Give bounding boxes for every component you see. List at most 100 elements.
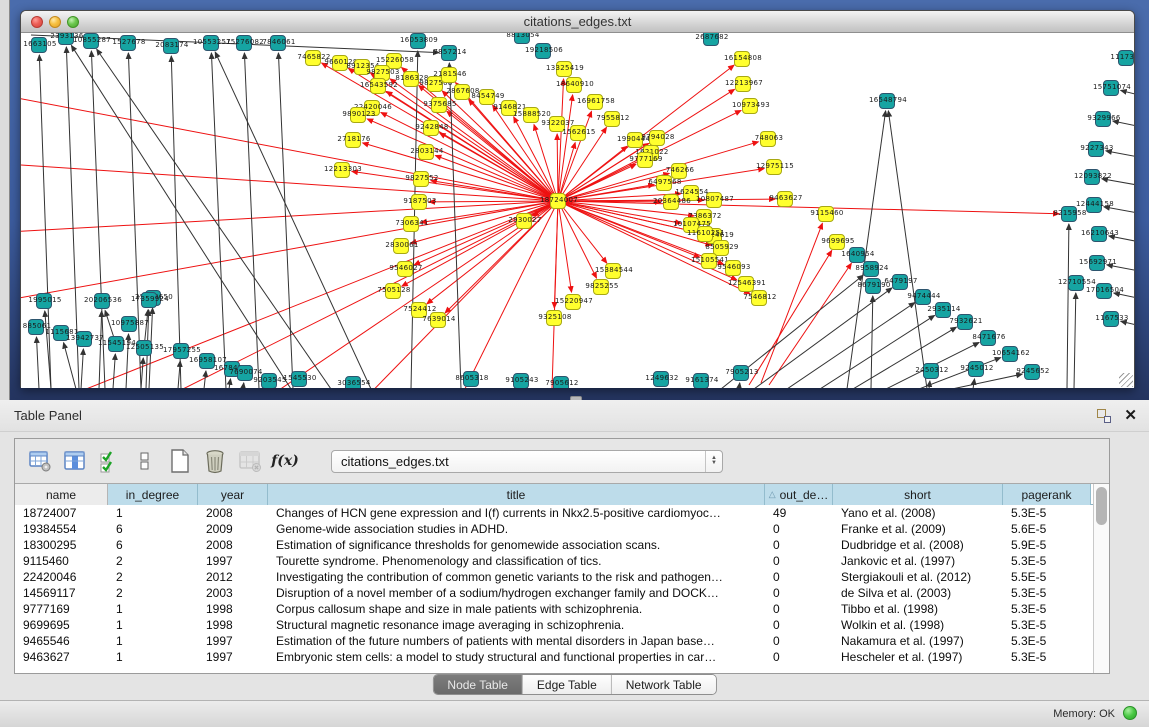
graph-node[interactable]: 16543592 [370,78,386,94]
column-header-in_degree[interactable]: in_degree [108,484,198,505]
graph-node[interactable]: 16548794 [879,93,895,109]
graph-node[interactable]: 9105243 [513,373,529,388]
table-row[interactable]: 1938455462009Genome-wide association stu… [15,521,1093,537]
table-row[interactable]: 969969511998Structural magnetic resonanc… [15,617,1093,633]
graph-node[interactable]: 10975887 [121,316,137,332]
graph-node[interactable]: 19904448 [627,132,643,148]
graph-node[interactable]: 20206536 [94,293,110,309]
graph-node[interactable]: 7857214 [441,45,457,61]
table-scrollbar[interactable] [1093,484,1109,673]
float-panel-icon[interactable] [1097,409,1111,423]
column-header-short[interactable]: short [833,484,1003,505]
graph-node[interactable]: 19218506 [535,43,551,59]
graph-node[interactable]: 12505135 [136,340,152,356]
graph-node[interactable]: 12546391 [738,276,754,292]
graph-node[interactable]: 1115681 [53,325,69,341]
graph-node[interactable]: 7955812 [604,111,620,127]
graph-node[interactable]: 9890123 [350,107,366,123]
column-header-out_de[interactable]: △out_de… [765,484,833,505]
graph-node[interactable]: 8912354 [354,59,370,75]
tab-edge-table[interactable]: Edge Table [522,675,611,694]
graph-node[interactable]: 746266 [671,163,687,179]
graph-node[interactable]: 9146821 [501,100,517,116]
new-document-button[interactable] [167,448,193,474]
graph-node[interactable]: 8454749 [479,89,495,105]
graph-node[interactable]: 16210643 [1091,226,1107,242]
close-panel-icon[interactable]: ✕ [1124,406,1137,424]
graph-node[interactable]: 10855287 [83,33,99,49]
table-row[interactable]: 946362711997Embryonic stem cells: a mode… [15,649,1093,665]
graph-node[interactable]: 1527678 [120,35,136,51]
graph-node[interactable]: 9375685 [431,97,447,113]
graph-node[interactable]: 7846061 [270,35,286,51]
graph-node[interactable]: 12444158 [1086,197,1102,213]
graph-node[interactable]: 15220947 [565,294,581,310]
graph-node[interactable]: 17016504 [1096,283,1112,299]
graph-node[interactable]: 7306341 [403,216,419,232]
delete-trash-button[interactable] [202,448,228,474]
table-row[interactable]: 1872400712008Changes of HCN gene express… [15,505,1093,521]
column-header-year[interactable]: year [198,484,268,505]
graph-node[interactable]: 2867608 [454,84,470,100]
graph-node[interactable]: 7505128 [385,283,401,299]
graph-node[interactable]: 17957255 [173,343,189,359]
graph-node[interactable]: 9777169 [637,152,653,168]
network-window[interactable]: citations_edges.txt 18724007746582296601… [20,10,1135,388]
graph-node[interactable]: 10973493 [742,98,758,114]
table-row[interactable]: 2242004622012Investigating the contribut… [15,569,1093,585]
table-row[interactable]: 911546021997Tourette syndrome. Phenomeno… [15,553,1093,569]
table-row[interactable]: 946554611997Estimation of the future num… [15,633,1093,649]
graph-node[interactable]: 12710554 [1068,275,1084,291]
graph-node[interactable]: 7905612 [553,376,569,388]
select-all-button[interactable] [97,448,123,474]
graph-node[interactable]: 1995015 [36,293,52,309]
graph-node[interactable]: 15692971 [1089,255,1105,271]
graph-node[interactable]: 1663105 [31,37,47,53]
graph-node[interactable]: 8471676 [980,330,996,346]
graph-node[interactable]: 9827552 [413,171,429,187]
graph-node[interactable]: 9546093 [725,260,741,276]
graph-node[interactable]: 2393136 [58,33,74,45]
graph-node[interactable]: 10654162 [1002,346,1018,362]
graph-node[interactable]: 12213303 [334,162,350,178]
graph-node[interactable]: 16961758 [587,94,603,110]
graph-node[interactable]: 7905213 [733,365,749,381]
graph-node[interactable]: 1640954 [849,247,865,263]
clear-selection-button[interactable] [132,448,158,474]
graph-node[interactable]: 8813054 [514,33,530,44]
graph-node[interactable]: 6497568 [656,175,672,191]
graph-node[interactable]: 2687682 [703,33,719,46]
graph-node[interactable]: 11545194 [108,336,124,352]
graph-node[interactable]: 15276082 [236,35,252,51]
graph-node[interactable]: 15888520 [523,107,539,123]
tab-node-table[interactable]: Node Table [433,675,522,694]
graph-node[interactable]: 2083174 [163,38,179,54]
graph-node[interactable]: 1167533 [1103,311,1119,327]
graph-node[interactable]: 9699695 [829,234,845,250]
graph-node[interactable]: 9546027 [397,261,413,277]
scrollbar-thumb[interactable] [1096,487,1107,525]
graph-node[interactable]: 2830061 [393,238,409,254]
graph-node[interactable]: 15105541 [701,253,717,269]
graph-node[interactable]: 20364486 [663,194,679,210]
column-visibility-button[interactable] [62,448,88,474]
graph-node[interactable]: 7546812 [751,290,767,306]
window-titlebar[interactable]: citations_edges.txt [21,11,1134,33]
graph-node[interactable]: 22420046 [364,100,380,116]
graph-node[interactable]: 8215958 [1061,206,1077,222]
graph-node[interactable]: 9242848 [423,120,439,136]
graph-node[interactable]: 12975115 [766,159,782,175]
graph-node[interactable]: 8605318 [463,371,479,387]
graph-node[interactable]: 9325108 [546,310,562,326]
graph-node[interactable]: 9660128 [332,55,348,71]
tab-network-table[interactable]: Network Table [611,675,716,694]
graph-node[interactable]: 3036554 [345,376,361,388]
graph-node[interactable]: 1249632 [653,371,669,387]
graph-node[interactable]: 2935114 [935,302,951,318]
graph-node[interactable]: 18724007 [550,193,566,209]
graph-node[interactable]: 2930027 [516,213,532,229]
graph-node[interactable]: 18640910 [566,77,582,93]
graph-node[interactable]: 9115460 [818,206,834,222]
graph-node[interactable]: 9187503 [411,194,427,210]
graph-node[interactable]: 8679190 [865,278,881,294]
